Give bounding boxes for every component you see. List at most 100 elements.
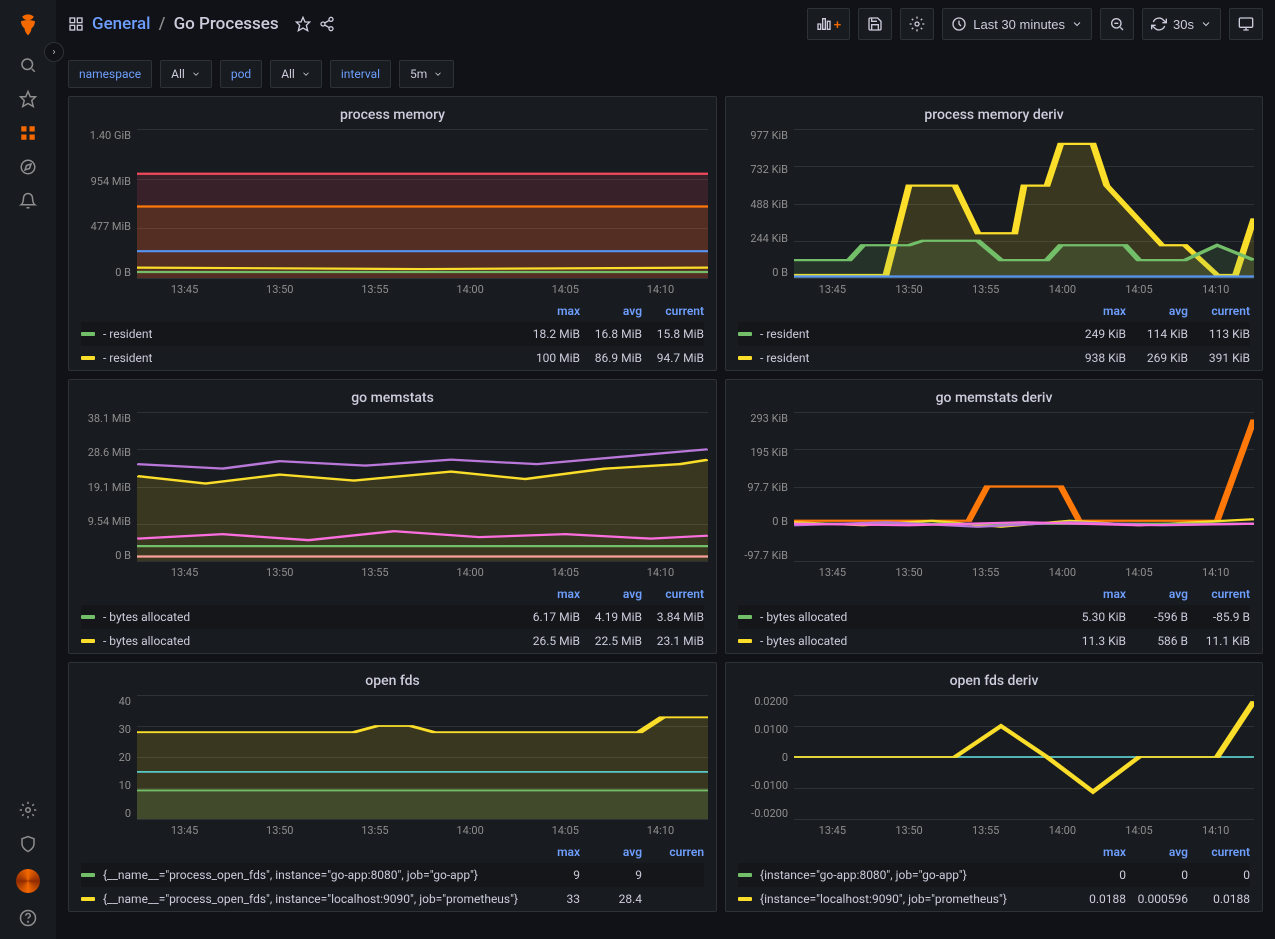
legend-name: {instance="localhost:9090", job="prometh… [760, 892, 1064, 906]
tv-mode-button[interactable] [1229, 8, 1263, 40]
panel-title: open fds [77, 669, 708, 695]
legend-value: 100 MiB [518, 351, 580, 365]
chart-area[interactable]: 403020100 [77, 695, 708, 820]
panel-title: process memory [77, 103, 708, 129]
legend-value: 0 [1064, 868, 1126, 882]
explore-icon[interactable] [19, 158, 37, 176]
legend-row[interactable]: - bytes allocated11.3 KiB586 B11.1 KiB [738, 629, 1250, 653]
chevron-down-icon [1071, 18, 1083, 30]
y-axis: 403020100 [77, 695, 137, 820]
chart-area[interactable]: 0.02000.01000-0.0100-0.0200 [734, 695, 1254, 820]
breadcrumb-folder[interactable]: General [92, 14, 150, 34]
save-icon [867, 16, 883, 32]
legend-row[interactable]: - bytes allocated26.5 MiB22.5 MiB23.1 Mi… [81, 629, 704, 653]
share-icon[interactable] [319, 16, 335, 32]
legend-value: 11.3 KiB [1064, 634, 1126, 648]
legend-name: {instance="go-app:8080", job="go-app"} [760, 868, 1064, 882]
legend-row[interactable]: {__name__="process_open_fds", instance="… [81, 863, 704, 887]
legend-value: 0 [1188, 868, 1250, 882]
refresh-button[interactable]: 30s [1142, 8, 1221, 40]
time-range-picker[interactable]: Last 30 minutes [942, 8, 1092, 40]
legend: maxavgcurrent - resident18.2 MiB16.8 MiB… [81, 300, 704, 370]
admin-icon[interactable] [19, 835, 37, 853]
legend-swatch [81, 897, 95, 901]
x-axis: 13:4513:5013:5514:0014:0514:10 [137, 562, 708, 583]
panel-p1[interactable]: process memory 1.40 GiB954 MiB477 MiB0 B… [68, 96, 717, 371]
legend-row[interactable]: - bytes allocated6.17 MiB4.19 MiB3.84 Mi… [81, 605, 704, 629]
legend-value: 391 KiB [1188, 351, 1250, 365]
legend: maxavgcurrent - bytes allocated6.17 MiB4… [81, 583, 704, 653]
legend-value: 86.9 MiB [580, 351, 642, 365]
legend-value: 26.5 MiB [518, 634, 580, 648]
legend-row[interactable]: - resident938 KiB269 KiB391 KiB [738, 346, 1250, 370]
grafana-logo-icon[interactable] [14, 12, 42, 40]
alerting-icon[interactable] [19, 192, 37, 210]
legend-value: 28.4 [580, 892, 642, 906]
clock-icon [951, 16, 967, 32]
panel-p2[interactable]: process memory deriv 977 KiB732 KiB488 K… [725, 96, 1263, 371]
search-icon[interactable] [19, 56, 37, 74]
legend-row[interactable]: {__name__="process_open_fds", instance="… [81, 887, 704, 911]
legend-value: 6.17 MiB [518, 610, 580, 624]
dashboard-icon [68, 16, 84, 32]
legend-name: - resident [760, 351, 1064, 365]
legend-value: 15.8 MiB [642, 327, 704, 341]
legend: maxavgcurrent - bytes allocated5.30 KiB-… [738, 583, 1250, 653]
var-namespace-label: namespace [68, 60, 152, 88]
add-panel-button[interactable]: + [807, 8, 851, 40]
breadcrumb-name[interactable]: Go Processes [174, 14, 279, 34]
x-axis: 13:4513:5013:5514:0014:0514:10 [137, 820, 708, 841]
plot [794, 129, 1254, 279]
chart-area[interactable]: 38.1 MiB28.6 MiB19.1 MiB9.54 MiB0 B [77, 412, 708, 562]
user-avatar[interactable] [16, 869, 40, 893]
legend-row[interactable]: {instance="localhost:9090", job="prometh… [738, 887, 1250, 911]
plot [794, 695, 1254, 820]
help-icon[interactable] [19, 909, 37, 927]
legend-swatch [81, 332, 95, 336]
panel-p3[interactable]: go memstats 38.1 MiB28.6 MiB19.1 MiB9.54… [68, 379, 717, 654]
legend-value: 938 KiB [1064, 351, 1126, 365]
legend-header: maxavgcurrent [738, 583, 1250, 605]
panel-p6[interactable]: open fds deriv 0.02000.01000-0.0100-0.02… [725, 662, 1263, 912]
chart-area[interactable]: 977 KiB732 KiB488 KiB244 KiB0 B [734, 129, 1254, 279]
legend-row[interactable]: {instance="go-app:8080", job="go-app"}00… [738, 863, 1250, 887]
legend-swatch [738, 615, 752, 619]
save-dashboard-button[interactable] [858, 8, 892, 40]
legend-value: 114 KiB [1126, 327, 1188, 341]
legend-value: -596 B [1126, 610, 1188, 624]
legend-row[interactable]: - resident18.2 MiB16.8 MiB15.8 MiB [81, 322, 704, 346]
y-axis: 1.40 GiB954 MiB477 MiB0 B [77, 129, 137, 279]
legend-row[interactable]: - resident249 KiB114 KiB113 KiB [738, 322, 1250, 346]
legend-name: - bytes allocated [103, 634, 518, 648]
chart-area[interactable]: 293 KiB195 KiB97.7 KiB0 B-97.7 KiB [734, 412, 1254, 562]
legend-header: maxavgcurrent [81, 300, 704, 322]
legend-value: 249 KiB [1064, 327, 1126, 341]
legend-row[interactable]: - resident100 MiB86.9 MiB94.7 MiB [81, 346, 704, 370]
var-pod-select[interactable]: All [270, 60, 322, 88]
chart-area[interactable]: 1.40 GiB954 MiB477 MiB0 B [77, 129, 708, 279]
legend-swatch [81, 615, 95, 619]
legend-swatch [738, 897, 752, 901]
panel-p5[interactable]: open fds 403020100 13:4513:5013:5514:001… [68, 662, 717, 912]
dashboards-icon[interactable] [19, 124, 37, 142]
breadcrumb: General / Go Processes [92, 14, 279, 34]
variable-row: namespace All pod All interval 5m [68, 52, 1263, 96]
var-interval-select[interactable]: 5m [399, 60, 454, 88]
legend-value: 586 B [1126, 634, 1188, 648]
var-namespace-select[interactable]: All [160, 60, 212, 88]
star-outline-icon[interactable] [295, 16, 311, 32]
zoom-out-button[interactable] [1100, 8, 1134, 40]
legend: maxavgcurren {__name__="process_open_fds… [81, 841, 704, 911]
plot [137, 129, 708, 279]
dashboard-settings-button[interactable] [900, 8, 934, 40]
legend: maxavgcurrent {instance="go-app:8080", j… [738, 841, 1250, 911]
legend: maxavgcurrent - resident249 KiB114 KiB11… [738, 300, 1250, 370]
y-axis: 977 KiB732 KiB488 KiB244 KiB0 B [734, 129, 794, 279]
legend-row[interactable]: - bytes allocated5.30 KiB-596 B-85.9 B [738, 605, 1250, 629]
panel-p4[interactable]: go memstats deriv 293 KiB195 KiB97.7 KiB… [725, 379, 1263, 654]
x-axis: 13:4513:5013:5514:0014:0514:10 [794, 279, 1254, 300]
configuration-icon[interactable] [19, 801, 37, 819]
star-icon[interactable] [19, 90, 37, 108]
legend-swatch [738, 332, 752, 336]
legend-name: {__name__="process_open_fds", instance="… [103, 892, 518, 906]
